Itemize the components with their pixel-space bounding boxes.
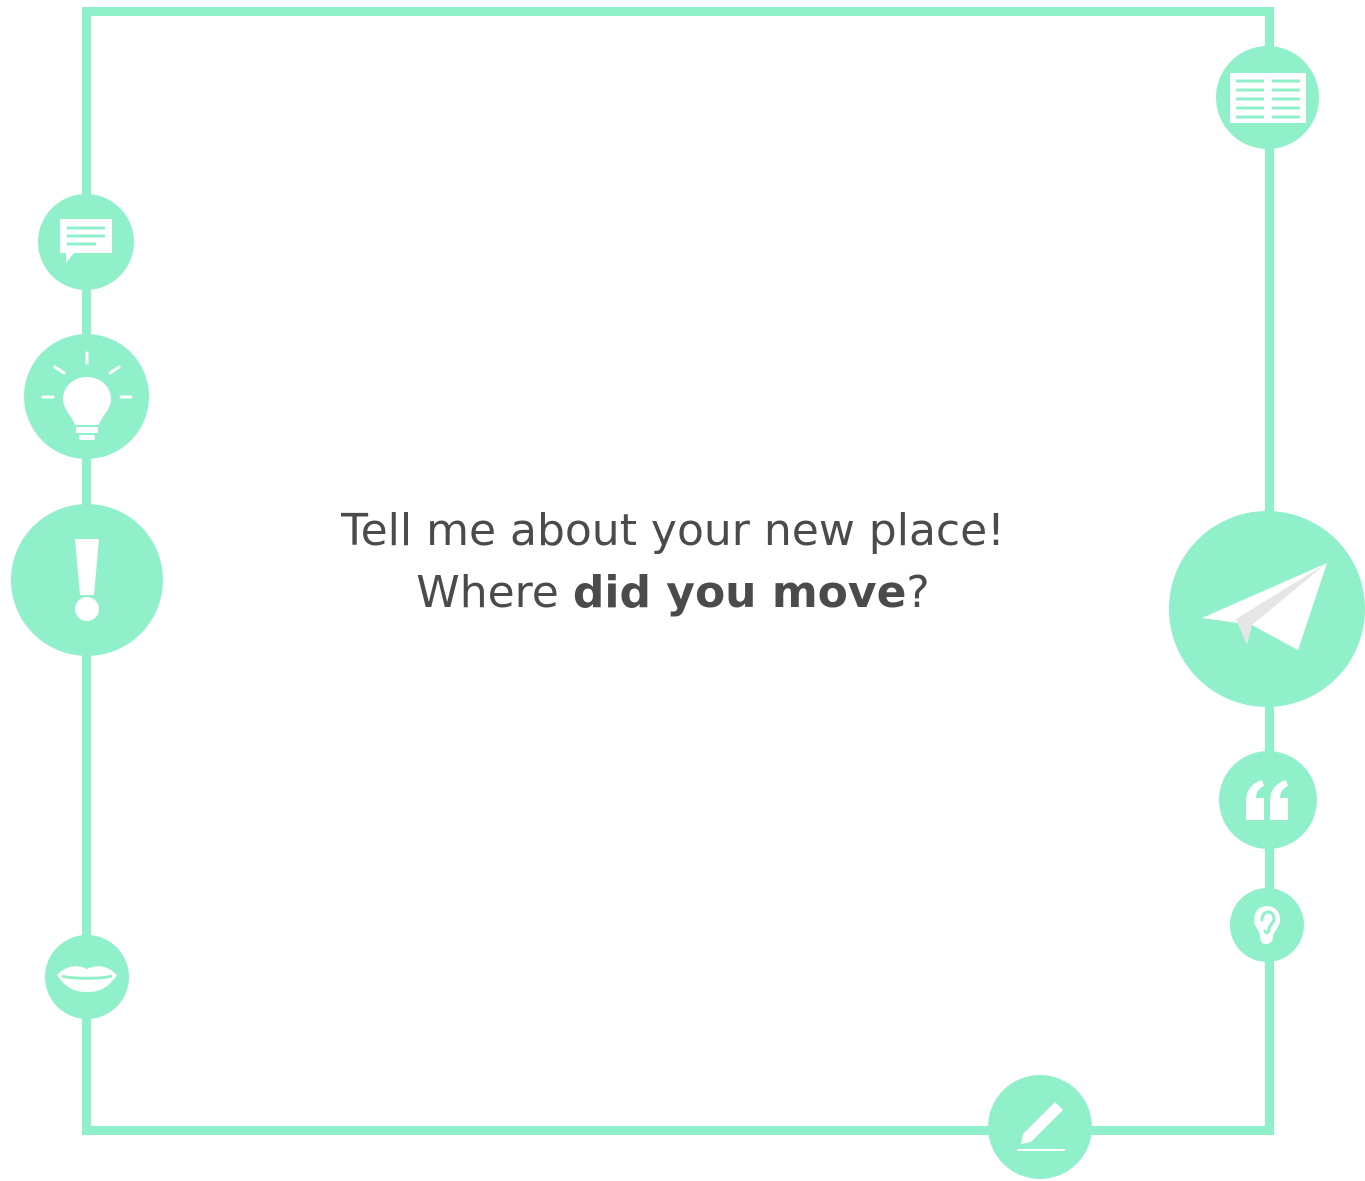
- pencil-badge: [988, 1075, 1092, 1179]
- lightbulb-icon: [41, 351, 132, 440]
- prompt-line-2-start: Where: [416, 567, 573, 618]
- newspaper-icon: [1229, 72, 1306, 123]
- lips-icon: [57, 966, 117, 992]
- speech-bubble-icon: [60, 219, 112, 263]
- lips-badge: [45, 935, 129, 1019]
- lightbulb-badge: [24, 334, 149, 459]
- pencil-icon: [1017, 1102, 1065, 1151]
- prompt-line-2-end: ?: [906, 567, 930, 618]
- ear-badge: [1230, 888, 1304, 962]
- prompt-text: Tell me about your new place! Where did …: [0, 500, 1346, 624]
- quote-icon: [1246, 780, 1288, 820]
- quote-badge: [1219, 751, 1317, 849]
- prompt-line-2-bold: did you move: [572, 567, 907, 618]
- prompt-line-2: Where did you move?: [0, 562, 1346, 624]
- speech-bubble-badge: [38, 194, 134, 290]
- newspaper-badge: [1216, 46, 1319, 149]
- ear-icon: [1254, 906, 1280, 944]
- prompt-line-1: Tell me about your new place!: [341, 505, 1005, 556]
